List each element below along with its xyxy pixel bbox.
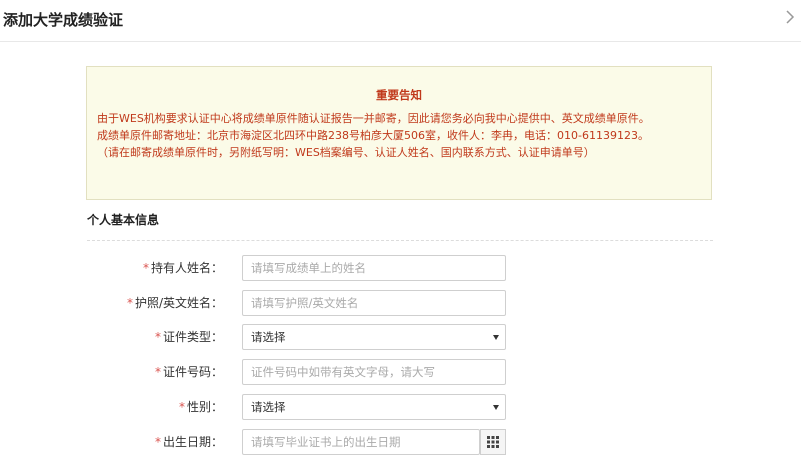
gender-label: * 性别：	[179, 394, 223, 420]
form-row-holder-name: * 持有人姓名：	[0, 255, 801, 281]
notice-title: 重要告知	[376, 88, 422, 102]
section-title: 个人基本信息	[87, 213, 160, 227]
page-header: 添加大学成绩验证	[0, 0, 801, 42]
gender-label-text: 性别：	[186, 400, 223, 414]
id-type-label-text: 证件类型：	[162, 330, 223, 344]
id-type-select[interactable]: 请选择	[242, 324, 506, 350]
form-row-gender: * 性别： 请选择	[0, 394, 801, 420]
passport-name-label-text: 护照/英文姓名：	[134, 296, 223, 310]
birth-date-input[interactable]	[242, 429, 480, 455]
birth-date-label-text: 出生日期：	[162, 435, 223, 449]
notice-line: （请在邮寄成绩单原件时，另附纸写明：WES档案编号、认证人姓名、国内联系方式、认…	[97, 146, 595, 159]
id-type-label: * 证件类型：	[155, 324, 223, 350]
dropdown-arrow-icon	[493, 405, 499, 410]
required-mark: *	[154, 435, 161, 449]
gender-selected-value: 请选择	[251, 400, 286, 414]
birth-date-label: * 出生日期：	[155, 429, 223, 455]
required-mark: *	[126, 296, 133, 310]
required-mark: *	[142, 261, 149, 275]
form-row-birth-date: * 出生日期：	[0, 429, 801, 455]
holder-name-label-text: 持有人姓名：	[150, 261, 223, 275]
passport-name-label: * 护照/英文姓名：	[127, 290, 223, 316]
form-row-passport-name: * 护照/英文姓名：	[0, 290, 801, 316]
required-mark: *	[154, 330, 161, 344]
id-type-selected-value: 请选择	[251, 330, 286, 344]
form-row-id-type: * 证件类型： 请选择	[0, 324, 801, 350]
notice-line: 成绩单原件邮寄地址：北京市海淀区北四环中路238号柏彦大厦506室，收件人：李冉…	[97, 129, 649, 142]
passport-name-input[interactable]	[242, 290, 506, 316]
holder-name-input[interactable]	[242, 255, 506, 281]
form-row-id-number: * 证件号码：	[0, 359, 801, 385]
calendar-grid-icon[interactable]	[480, 429, 506, 455]
id-number-label-text: 证件号码：	[162, 365, 223, 379]
notice-line: 由于WES机构要求认证中心将成绩单原件随认证报告一并邮寄，因此请您务必向我中心提…	[97, 112, 650, 125]
holder-name-label: * 持有人姓名：	[143, 255, 223, 281]
id-number-input[interactable]	[242, 359, 506, 385]
dropdown-arrow-icon	[493, 335, 499, 340]
gender-select[interactable]: 请选择	[242, 394, 506, 420]
required-mark: *	[154, 365, 161, 379]
section-divider	[87, 240, 713, 241]
required-mark: *	[178, 400, 185, 414]
id-number-label: * 证件号码：	[155, 359, 223, 385]
page-title: 添加大学成绩验证	[3, 11, 124, 29]
chevron-right-icon[interactable]	[783, 8, 797, 26]
important-notice: 重要告知 由于WES机构要求认证中心将成绩单原件随认证报告一并邮寄，因此请您务必…	[86, 66, 712, 200]
